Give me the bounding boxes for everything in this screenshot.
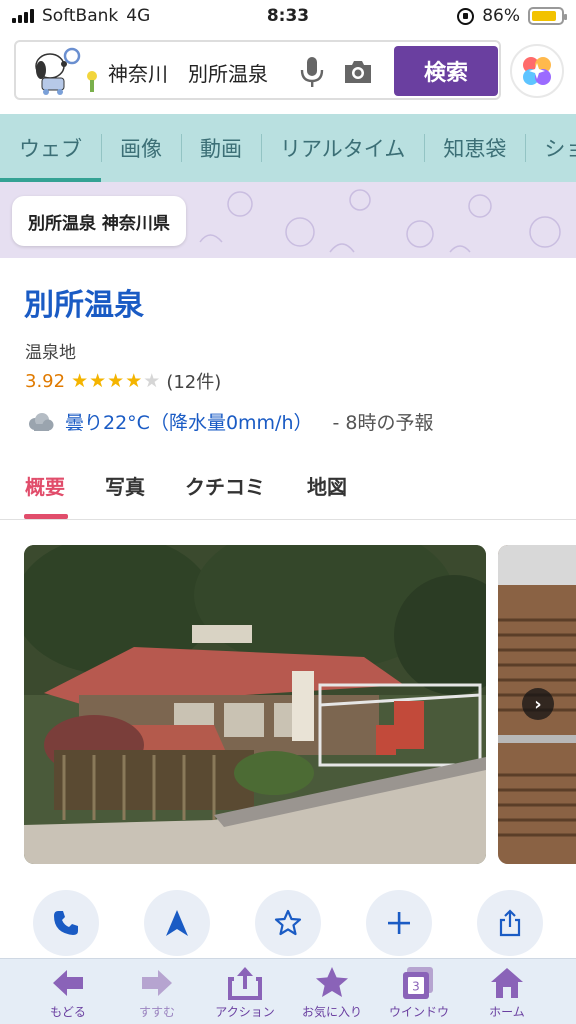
- tab-map[interactable]: 地図: [307, 471, 347, 500]
- review-count: (12件): [166, 372, 222, 393]
- tab-photos[interactable]: 写真: [105, 471, 145, 500]
- action-label: アクション: [215, 1005, 275, 1019]
- star-icon: ★: [125, 370, 143, 392]
- orientation-lock-icon: [457, 7, 475, 25]
- add-button[interactable]: [366, 890, 432, 956]
- home-button[interactable]: ホーム: [464, 965, 550, 1023]
- plus-icon: [388, 912, 410, 934]
- onsen-inn-photo: [24, 545, 486, 864]
- search-box[interactable]: 神奈川 別所温泉 検索: [14, 40, 501, 100]
- window-count: 3: [412, 980, 420, 994]
- weather-row: 曇り22°C（降水量0mm/h） - 8時の予報: [25, 408, 433, 435]
- share-icon: [499, 909, 521, 937]
- status-bar: SoftBank 4G 8:33 86%: [0, 0, 576, 34]
- tab-realtime[interactable]: リアルタイム: [261, 114, 424, 182]
- cloud-icon: [29, 412, 54, 431]
- star-icon: ★: [71, 370, 89, 392]
- search-button[interactable]: 検索: [394, 46, 498, 96]
- tab-videos[interactable]: 動画: [181, 114, 261, 182]
- weather-text[interactable]: 曇り22°C（降水量0mm/h）: [65, 408, 313, 435]
- forward-label: すすむ: [138, 1005, 175, 1019]
- action-buttons: [0, 888, 576, 958]
- bottom-toolbar: もどる すすむ アクション お気に入り 3 ウインドウ ホーム: [0, 958, 576, 1024]
- phone-icon: [54, 911, 78, 935]
- action-button[interactable]: アクション: [202, 965, 288, 1023]
- camera-icon[interactable]: [342, 58, 374, 86]
- home-label: ホーム: [489, 1005, 525, 1019]
- window-stack-icon: 3: [403, 967, 433, 999]
- star-empty-icon: ★: [143, 370, 161, 392]
- detail-tabs: 概要 写真 クチコミ 地図: [0, 455, 576, 520]
- battery-percent: 86%: [482, 6, 520, 26]
- home-icon: [491, 968, 523, 998]
- back-label: もどる: [50, 1005, 86, 1019]
- star-icon: ★: [89, 370, 107, 392]
- tab-overview[interactable]: 概要: [25, 471, 65, 500]
- tab-reviews[interactable]: クチコミ: [185, 471, 265, 500]
- rating-value: 3.92: [25, 370, 66, 392]
- back-button[interactable]: もどる: [25, 965, 111, 1023]
- share-action-icon: [228, 967, 262, 1000]
- search-input[interactable]: 神奈川 別所温泉: [108, 58, 268, 87]
- share-button[interactable]: [477, 890, 543, 956]
- snoopy-logo-icon: [35, 47, 97, 95]
- favorites-button[interactable]: お気に入り: [289, 965, 375, 1023]
- tab-shopping[interactable]: ショ: [525, 114, 576, 182]
- directions-button[interactable]: [144, 890, 210, 956]
- place-category: 温泉地: [25, 343, 76, 363]
- forecast-time: - 8時の予報: [332, 412, 434, 434]
- window-button[interactable]: 3 ウインドウ: [376, 965, 462, 1023]
- call-button[interactable]: [33, 890, 99, 956]
- forward-button[interactable]: すすむ: [114, 965, 200, 1023]
- favorites-label: お気に入り: [301, 1005, 362, 1019]
- star-outline-icon: [274, 909, 302, 936]
- next-photo-button[interactable]: ›: [522, 688, 554, 720]
- navigation-arrow-icon: [166, 910, 188, 936]
- query-chip[interactable]: 別所温泉 神奈川県: [12, 196, 186, 246]
- favorites-star-icon: [316, 967, 348, 997]
- assistant-button[interactable]: [510, 44, 564, 98]
- forward-arrow-icon: [142, 970, 172, 996]
- window-label: ウインドウ: [388, 1005, 449, 1019]
- place-title[interactable]: 別所温泉: [24, 280, 144, 324]
- search-type-tabs: ウェブ 画像 動画 リアルタイム 知恵袋 ショ: [0, 114, 576, 182]
- star-icon: ★: [107, 370, 125, 392]
- microphone-icon[interactable]: [299, 56, 325, 88]
- theme-banner: 別所温泉 神奈川県: [0, 182, 576, 258]
- tab-web[interactable]: ウェブ: [0, 114, 101, 182]
- active-tab-indicator: [24, 514, 68, 519]
- battery-icon: [528, 7, 567, 25]
- search-header: 神奈川 別所温泉 検索: [0, 34, 576, 114]
- tab-images[interactable]: 画像: [101, 114, 181, 182]
- rating-stars: ★ ★ ★ ★ ★: [71, 370, 160, 392]
- rating-row[interactable]: 3.92 ★ ★ ★ ★ ★ (12件): [25, 368, 221, 394]
- photo-onsen-inn[interactable]: [24, 545, 486, 864]
- tab-chiebukuro[interactable]: 知恵袋: [424, 114, 525, 182]
- status-right: 86%: [457, 6, 567, 26]
- favorite-button[interactable]: [255, 890, 321, 956]
- back-arrow-icon: [53, 970, 83, 996]
- assistant-icon: [523, 57, 551, 85]
